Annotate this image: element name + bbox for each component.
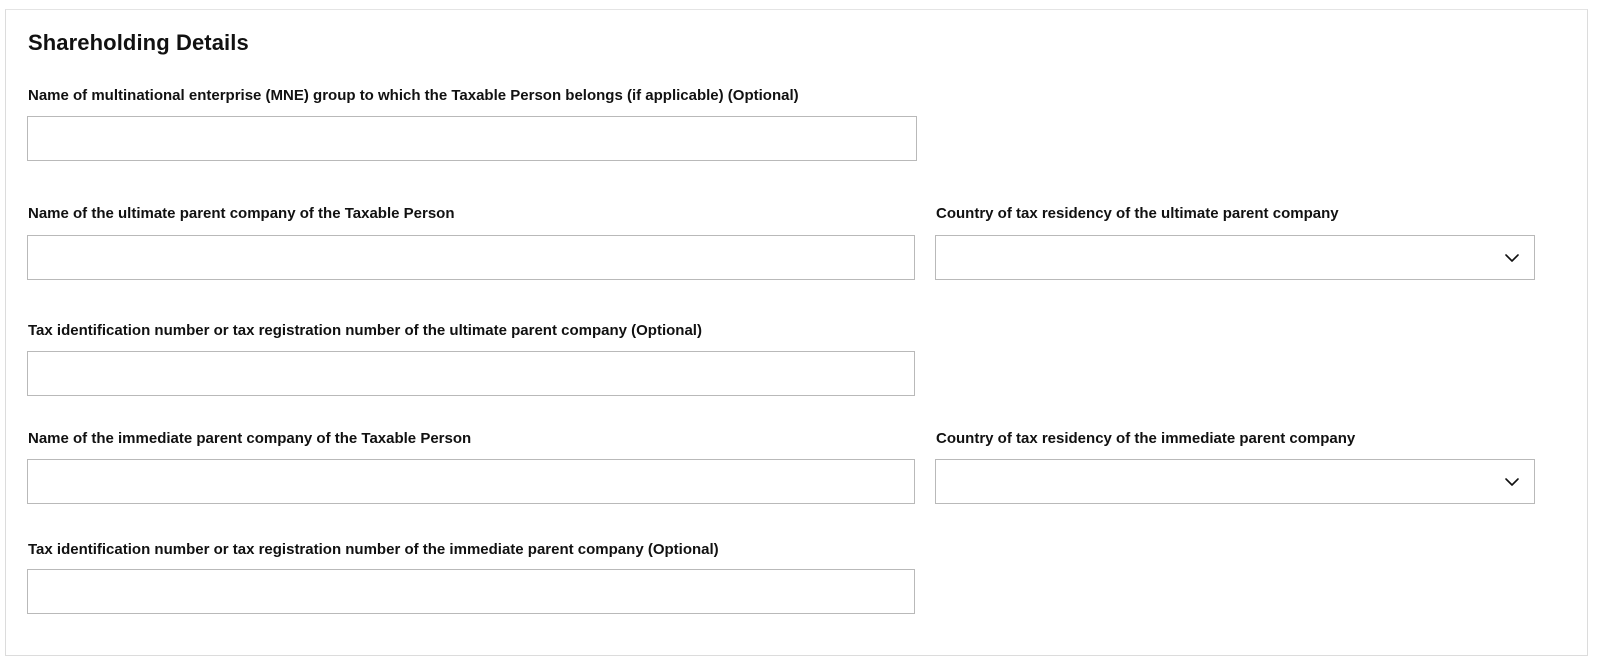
section-title: Shareholding Details	[28, 30, 249, 55]
immediate-parent-tin-input[interactable]	[27, 569, 915, 614]
immediate-parent-tin-label: Tax identification number or tax registr…	[28, 541, 719, 558]
mne-group-input[interactable]	[27, 116, 917, 161]
chevron-down-icon[interactable]	[1504, 250, 1520, 266]
ultimate-parent-tin-input[interactable]	[27, 351, 915, 396]
ultimate-parent-country-label: Country of tax residency of the ultimate…	[936, 205, 1339, 222]
immediate-parent-name-label: Name of the immediate parent company of …	[28, 430, 472, 447]
ultimate-parent-name-input[interactable]	[27, 235, 915, 280]
chevron-down-icon[interactable]	[1504, 474, 1520, 490]
mne-group-label: Name of multinational enterprise (MNE) g…	[28, 87, 799, 104]
ultimate-parent-country-select[interactable]	[935, 235, 1535, 280]
ultimate-parent-tin-label: Tax identification number or tax registr…	[28, 322, 702, 339]
ultimate-parent-name-label: Name of the ultimate parent company of t…	[28, 205, 455, 222]
immediate-parent-country-label: Country of tax residency of the immediat…	[936, 430, 1356, 447]
immediate-parent-name-input[interactable]	[27, 459, 915, 504]
immediate-parent-country-select[interactable]	[935, 459, 1535, 504]
